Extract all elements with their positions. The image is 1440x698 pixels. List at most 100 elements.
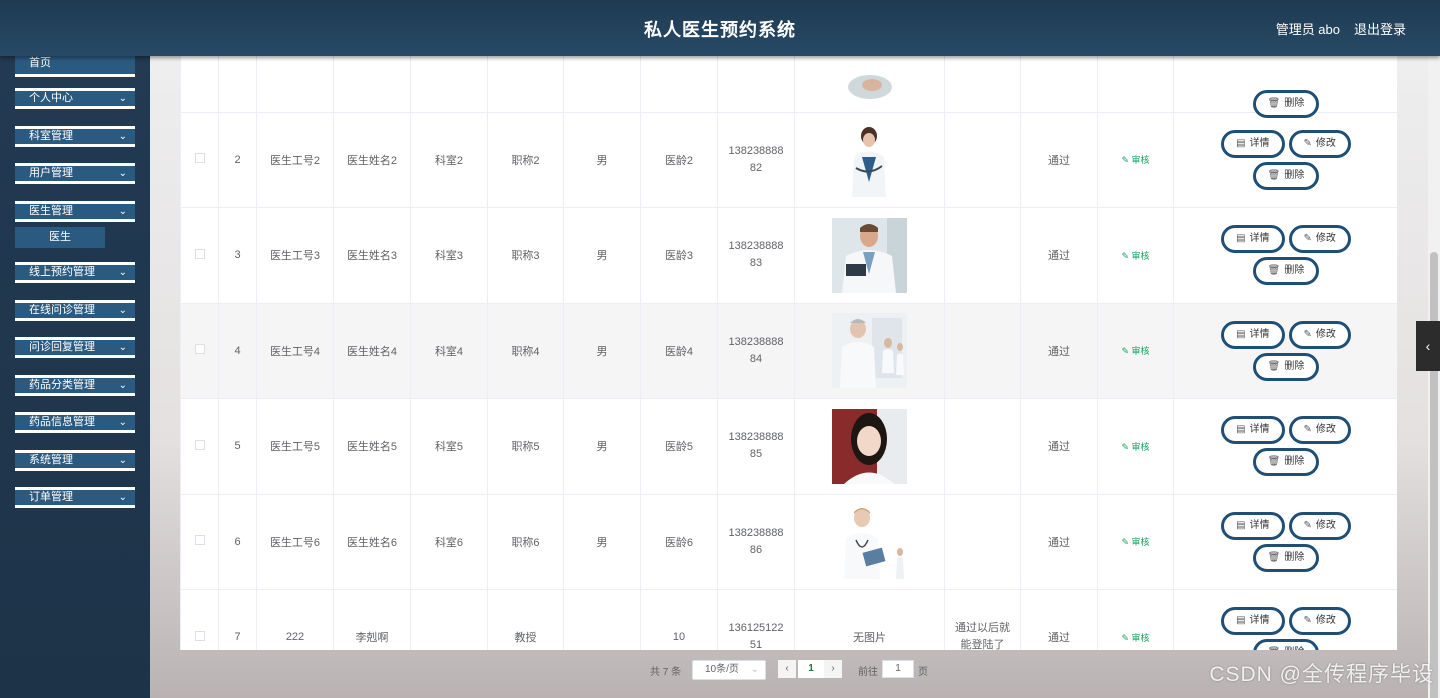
sidebar-item-online-booking[interactable]: 线上预约管理 ⌄ <box>15 262 135 283</box>
delete-button[interactable]: 🗑删除 <box>1252 90 1320 119</box>
detail-button[interactable]: ▤ 详情 <box>1221 225 1285 254</box>
detail-button[interactable]: ▤ 详情 <box>1221 129 1285 158</box>
audit-link[interactable]: ✎ 审核 <box>1121 633 1149 643</box>
cell-department: 科室4 <box>410 302 488 399</box>
goto-page-input[interactable]: 1 <box>882 660 914 678</box>
sidebar-item-orders[interactable]: 订单管理 ⌄ <box>15 487 135 508</box>
cell-remark <box>944 398 1021 495</box>
table-row: 3 医生工号3 医生姓名3 科室3 职称3 男医龄3 138238888 83 通过 ✎ 审核 ▤ 详… <box>180 207 1397 304</box>
sidebar-item-drug-category[interactable]: 药品分类管理 ⌄ <box>15 375 135 396</box>
delete-button[interactable]: 🗑删除 <box>1252 639 1320 650</box>
page-number-1[interactable]: 1 <box>798 660 824 678</box>
document-icon: ▤ <box>1236 137 1246 149</box>
doctor-table: 🗑 删除 2 医生工号2 医生姓名2 科室2 职称2 男医龄2 138238888 82 通过 ✎ 审… <box>180 56 1397 650</box>
cell-doctor-name: 医生姓名4 <box>333 302 411 399</box>
cell-doctor-code: 222 <box>256 589 334 650</box>
no-image-text: 无图片 <box>794 589 945 650</box>
sidebar-item-drug-info[interactable]: 药品信息管理 ⌄ <box>15 412 135 433</box>
row-checkbox[interactable] <box>194 153 205 164</box>
cell-experience: 医龄5 <box>640 398 718 495</box>
cell-title: 职称3 <box>487 207 564 304</box>
scrollbar[interactable] <box>1428 56 1440 698</box>
cell-department: 科室5 <box>410 398 488 495</box>
cell-doctor-code: 医生工号3 <box>256 207 334 304</box>
audit-link[interactable]: ✎ 审核 <box>1121 537 1149 547</box>
cell-phone: 136125122 51 <box>717 589 795 650</box>
audit-link[interactable]: ✎ 审核 <box>1121 251 1149 261</box>
table-row: 2 医生工号2 医生姓名2 科室2 职称2 男医龄2 138238888 82 通过 ✎ 审核 ▤ 详… <box>180 111 1397 208</box>
cell-index: 2 <box>218 111 257 208</box>
sidebar-item-system[interactable]: 系统管理 ⌄ <box>15 450 135 471</box>
prev-page-button[interactable]: ‹ <box>778 660 796 678</box>
cell-experience: 医龄6 <box>640 493 718 590</box>
top-header: 私人医生预约系统 管理员 abo 退出登录 <box>0 0 1440 56</box>
cell-status: 通过 <box>1020 111 1098 208</box>
cell-gender: 男 <box>563 207 641 304</box>
row-checkbox[interactable] <box>194 344 205 355</box>
row-checkbox[interactable] <box>194 535 205 546</box>
cell-doctor-name: 医生姓名5 <box>333 398 411 495</box>
cell-department <box>410 589 488 650</box>
sidebar-item-home[interactable]: 首页 <box>15 56 135 77</box>
edit-button[interactable]: ✎ 修改 <box>1288 320 1351 349</box>
edit-button[interactable]: ✎ 修改 <box>1288 416 1351 445</box>
row-checkbox[interactable] <box>194 630 205 641</box>
delete-button[interactable]: 🗑删除 <box>1252 448 1320 477</box>
collapse-panel-tab[interactable]: ‹ <box>1416 321 1440 371</box>
document-icon: ▤ <box>1236 328 1246 340</box>
cell-index: 7 <box>218 589 257 650</box>
audit-link[interactable]: ✎ 审核 <box>1121 346 1149 356</box>
current-user: 管理员 abo <box>1275 22 1340 37</box>
page-size-select[interactable]: 10条/页 ⌄ <box>692 660 766 680</box>
cell-experience: 医龄4 <box>640 302 718 399</box>
delete-button[interactable]: 🗑删除 <box>1252 161 1320 190</box>
delete-button[interactable]: 🗑删除 <box>1252 352 1320 381</box>
delete-button[interactable]: 🗑删除 <box>1252 543 1320 572</box>
cell-department: 科室6 <box>410 493 488 590</box>
sidebar-item-consultation[interactable]: 在线问诊管理 ⌄ <box>15 300 135 321</box>
delete-button[interactable]: 🗑删除 <box>1252 257 1320 286</box>
edit-button[interactable]: ✎ 修改 <box>1288 225 1351 254</box>
cell-title: 职称5 <box>487 398 564 495</box>
cell-phone: 138238888 83 <box>717 207 795 304</box>
cell-doctor-name: 医生姓名2 <box>333 111 411 208</box>
audit-link[interactable]: ✎ 审核 <box>1121 155 1149 165</box>
document-icon: ▤ <box>1236 424 1246 436</box>
detail-button[interactable]: ▤ 详情 <box>1221 320 1285 349</box>
edit-button[interactable]: ✎ 修改 <box>1288 511 1351 540</box>
sidebar-item-consult-reply[interactable]: 问诊回复管理 ⌄ <box>15 337 135 358</box>
scrollbar-thumb[interactable] <box>1430 252 1438 698</box>
audit-link[interactable]: ✎ 审核 <box>1121 442 1149 452</box>
sidebar-item-users[interactable]: 用户管理 ⌄ <box>15 163 135 184</box>
chevron-down-icon: ⌄ <box>750 664 759 675</box>
edit-icon: ✎ <box>1121 155 1129 166</box>
doctor-photo <box>832 504 907 580</box>
detail-button[interactable]: ▤ 详情 <box>1221 416 1285 445</box>
row-checkbox[interactable] <box>194 248 205 259</box>
row-checkbox[interactable] <box>194 439 205 450</box>
edit-button[interactable]: ✎ 修改 <box>1288 129 1351 158</box>
doctor-photo <box>832 122 907 198</box>
trash-icon: 🗑 <box>1267 360 1281 372</box>
pencil-icon: ✎ <box>1303 137 1312 149</box>
edit-button[interactable]: ✎ 修改 <box>1288 607 1351 636</box>
sidebar-item-department[interactable]: 科室管理 ⌄ <box>15 126 135 147</box>
doctor-photo <box>832 217 907 293</box>
chevron-down-icon: ⌄ <box>118 168 127 179</box>
cell-index: 4 <box>218 302 257 399</box>
detail-button[interactable]: ▤ 详情 <box>1221 607 1285 636</box>
logout-link[interactable]: 退出登录 <box>1354 19 1406 38</box>
watermark: CSDN @全传程序毕设 <box>1209 663 1434 686</box>
sidebar-subitem-doctor[interactable]: 医生 <box>15 227 105 248</box>
sidebar-item-doctors[interactable]: 医生管理 ⌄ <box>15 201 135 222</box>
detail-button[interactable]: ▤ 详情 <box>1221 511 1285 540</box>
edit-icon: ✎ <box>1121 537 1129 548</box>
next-page-button[interactable]: › <box>824 660 842 678</box>
cell-phone: 138238888 85 <box>717 398 795 495</box>
edit-icon: ✎ <box>1121 441 1129 452</box>
trash-icon: 🗑 <box>1268 647 1281 650</box>
sidebar-item-personal-center[interactable]: 个人中心 ⌄ <box>15 88 135 109</box>
cell-index: 6 <box>218 493 257 590</box>
cell-doctor-name: 李剋啊 <box>333 589 411 650</box>
document-icon: ▤ <box>1236 615 1246 627</box>
